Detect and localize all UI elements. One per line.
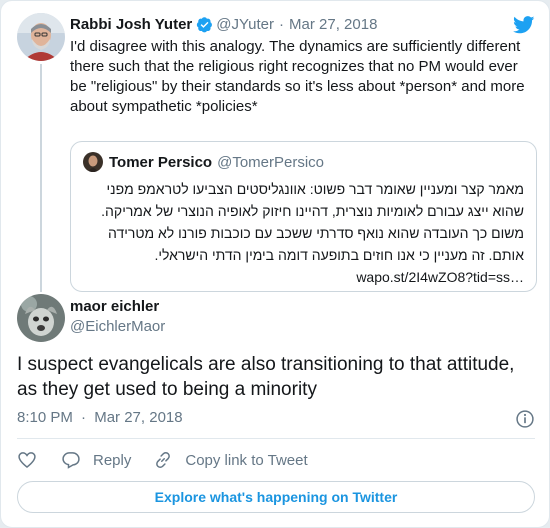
reply-button[interactable]: Reply <box>61 450 131 470</box>
main-tweet-text: I suspect evangelicals are also transiti… <box>17 354 515 400</box>
link-chain-icon <box>156 452 171 468</box>
explore-twitter-button[interactable]: Explore what's happening on Twitter <box>17 481 535 513</box>
heart-icon <box>18 452 36 469</box>
quoted-tweet-text: מאמר קצר ומעניין שאומר דבר פשוט: אוונגלי… <box>101 181 524 263</box>
main-author-handle[interactable]: @EichlerMaor <box>70 317 165 337</box>
info-icon[interactable] <box>515 409 535 429</box>
main-author-name[interactable]: maor eichler <box>70 297 165 317</box>
avatar-tomer-persico[interactable] <box>83 152 103 172</box>
thread-connector-line <box>40 64 42 292</box>
tweet-date[interactable]: Mar 27, 2018 <box>289 16 377 33</box>
copy-link-label: Copy link to Tweet <box>185 451 308 469</box>
quoted-tweet-header: Tomer Persico @TomerPersico <box>83 152 524 172</box>
tweet-timestamp-row: 8:10 PM · Mar 27, 2018 <box>17 409 537 429</box>
parent-tweet-text: I'd disagree with this analogy. The dyna… <box>70 38 525 115</box>
copy-link-button[interactable]: Copy link to Tweet <box>153 450 308 470</box>
avatar-josh-yuter[interactable] <box>17 13 65 61</box>
parent-tweet-header: Rabbi Josh Yuter @JYuter · Mar 27, 2018 <box>70 13 537 35</box>
verified-badge-icon <box>197 16 213 32</box>
quoted-author-handle[interactable]: @TomerPersico <box>217 154 324 171</box>
separator-dot: · <box>279 15 285 33</box>
embedded-tweet-card: Rabbi Josh Yuter @JYuter · Mar 27, 2018 … <box>0 0 550 528</box>
twitter-bird-icon[interactable] <box>513 16 535 34</box>
separator-dot: · <box>81 409 87 426</box>
avatar-maor-eichler[interactable] <box>17 294 65 342</box>
main-tweet-author[interactable]: maor eichler @EichlerMaor <box>70 297 165 337</box>
quoted-tweet[interactable]: Tomer Persico @TomerPersico מאמר קצר ומע… <box>70 141 537 292</box>
tweet-actions: Reply Copy link to Tweet <box>17 449 308 471</box>
quoted-author-name[interactable]: Tomer Persico <box>109 154 212 171</box>
author-handle[interactable]: @JYuter <box>216 16 274 33</box>
quoted-tweet-link[interactable]: wapo.st/2I4wZO8?tid=ss… <box>83 266 524 288</box>
tweet-time[interactable]: 8:10 PM <box>17 409 73 426</box>
divider <box>17 438 535 439</box>
reply-bubble-icon <box>62 452 80 469</box>
tweet-date[interactable]: Mar 27, 2018 <box>94 409 182 426</box>
author-name[interactable]: Rabbi Josh Yuter <box>70 16 192 33</box>
reply-label: Reply <box>93 451 132 469</box>
like-button[interactable] <box>17 450 37 470</box>
explore-label: Explore what's happening on Twitter <box>154 489 398 505</box>
